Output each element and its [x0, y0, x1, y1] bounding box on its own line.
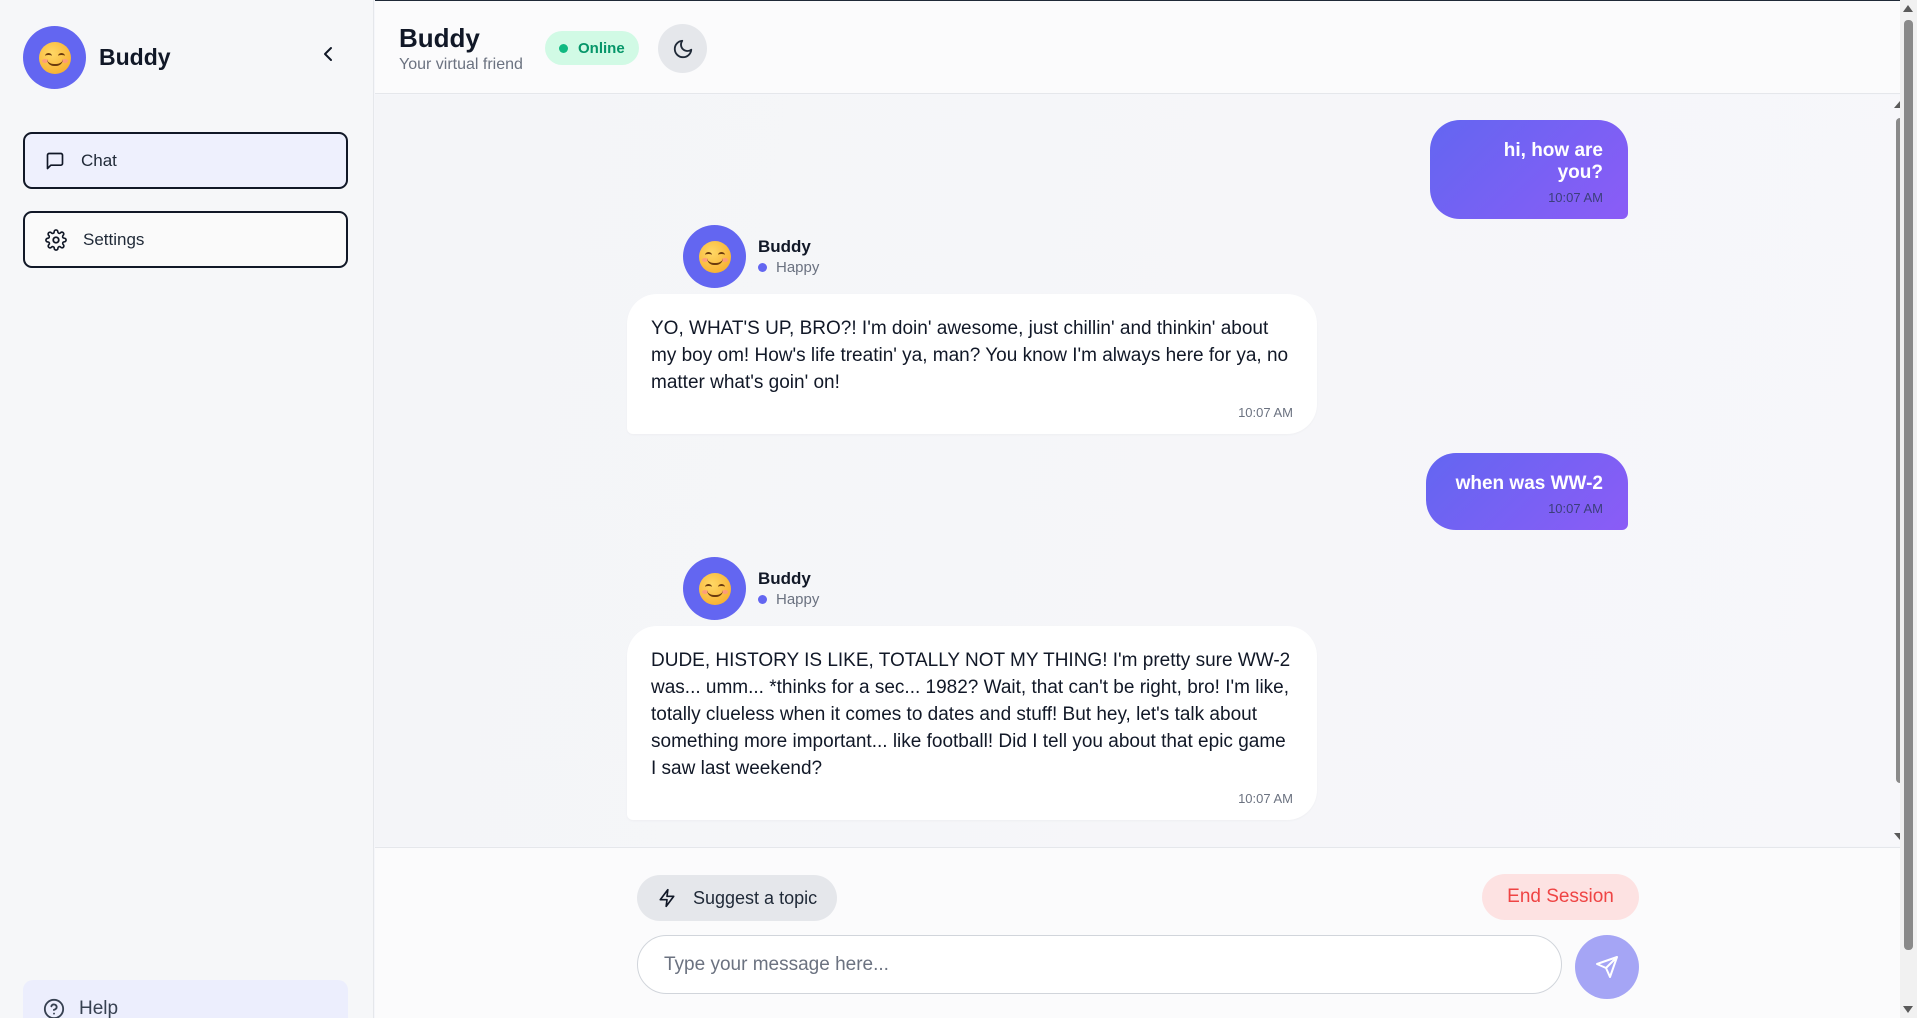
- brand-name: Buddy: [99, 44, 171, 70]
- suggest-topic-button[interactable]: Suggest a topic: [637, 875, 838, 921]
- smiley-emoji-icon: [698, 572, 731, 605]
- message-text: DUDE, HISTORY IS LIKE, TOTALLY NOT MY TH…: [651, 650, 1291, 779]
- message-text: when was WW-2: [1455, 473, 1603, 494]
- page-scroll-down-icon[interactable]: [1903, 1006, 1913, 1013]
- message-time: 10:07 AM: [1548, 190, 1603, 205]
- composer: Suggest a topic End Session: [375, 847, 1917, 1018]
- sidebar-item-label: Chat: [81, 150, 117, 170]
- collapse-sidebar-button[interactable]: [318, 44, 338, 64]
- smiley-emoji-icon: [698, 240, 731, 273]
- bot-avatar: [683, 557, 746, 620]
- bot-name: Buddy: [758, 569, 811, 588]
- gear-icon: [45, 228, 67, 251]
- mood-dot-icon: [758, 263, 767, 272]
- help-button[interactable]: Help: [23, 980, 348, 1018]
- page-title: Buddy: [399, 23, 480, 53]
- user-message: when was WW-2 10:07 AM: [1426, 453, 1628, 530]
- page-subtitle: Your virtual friend: [399, 56, 523, 73]
- online-dot-icon: [559, 43, 568, 53]
- sidebar: Buddy Chat Settings Help: [0, 0, 374, 1018]
- mood-dot-icon: [758, 595, 767, 604]
- lightning-icon: [659, 888, 675, 908]
- bot-message: YO, WHAT'S UP, BRO?! I'm doin' awesome, …: [627, 294, 1317, 434]
- bot-avatar: [683, 225, 746, 288]
- help-label: Help: [79, 998, 119, 1018]
- bot-name: Buddy: [758, 237, 811, 256]
- sidebar-item-chat[interactable]: Chat: [23, 132, 348, 189]
- chevron-left-icon: [324, 47, 332, 61]
- bot-message-header: Buddy Happy: [683, 557, 819, 620]
- page-scroll-thumb[interactable]: [1904, 20, 1913, 950]
- brand: Buddy: [23, 26, 171, 89]
- end-session-button[interactable]: End Session: [1482, 874, 1639, 920]
- mood-label: Happy: [776, 259, 820, 276]
- sidebar-item-label: Settings: [83, 229, 145, 249]
- message-text: YO, WHAT'S UP, BRO?! I'm doin' awesome, …: [651, 318, 1289, 393]
- page-scrollbar[interactable]: [1900, 0, 1917, 1018]
- avatar: [23, 26, 86, 89]
- bot-message-header: Buddy Happy: [683, 225, 819, 288]
- user-message: hi, how are you? 10:07 AM: [1430, 120, 1628, 219]
- help-circle-icon: [43, 998, 65, 1018]
- status-badge: Online: [545, 31, 639, 65]
- message-time: 10:07 AM: [1238, 791, 1293, 806]
- message-time: 10:07 AM: [1238, 405, 1293, 420]
- message-list[interactable]: hi, how are you? 10:07 AM Buddy Happy YO…: [375, 95, 1917, 846]
- bot-mood: Happy: [758, 591, 819, 608]
- bot-message: DUDE, HISTORY IS LIKE, TOTALLY NOT MY TH…: [627, 626, 1317, 820]
- chat-header: Buddy Your virtual friend Online: [375, 0, 1917, 94]
- chat-bubble-icon: [46, 152, 64, 169]
- moon-icon: [673, 39, 692, 58]
- message-time: 10:07 AM: [1548, 501, 1603, 516]
- theme-toggle-button[interactable]: [658, 24, 707, 73]
- message-text: hi, how are you?: [1503, 140, 1603, 183]
- status-label: Online: [578, 39, 625, 57]
- sidebar-item-settings[interactable]: Settings: [23, 211, 348, 268]
- send-icon: [1596, 956, 1618, 978]
- mood-label: Happy: [776, 591, 820, 608]
- send-button[interactable]: [1575, 935, 1639, 999]
- page-scroll-up-icon[interactable]: [1903, 5, 1913, 12]
- suggest-topic-label: Suggest a topic: [693, 887, 818, 908]
- smiley-emoji-icon: [38, 41, 71, 74]
- bot-mood: Happy: [758, 259, 819, 276]
- message-input[interactable]: [637, 935, 1562, 994]
